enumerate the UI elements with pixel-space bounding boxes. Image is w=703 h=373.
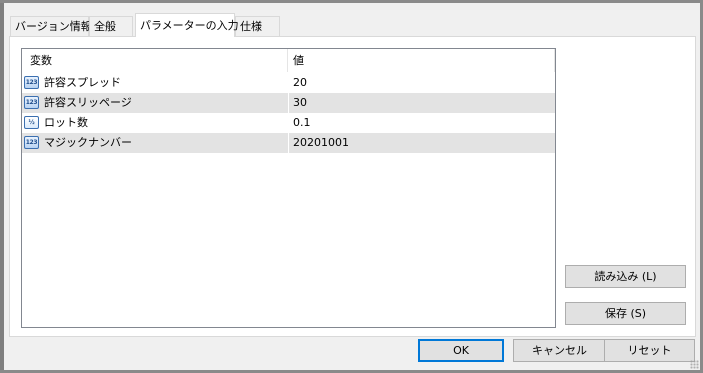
table-row[interactable]: 123 許容スリッページ 30 (22, 93, 555, 113)
ok-button[interactable]: OK (418, 339, 504, 362)
tab-specification[interactable]: 仕様 (235, 16, 280, 36)
load-button[interactable]: 読み込み (L) (565, 265, 686, 288)
column-header-variable[interactable]: 変数 (22, 49, 288, 72)
parameter-value[interactable]: 20201001 (293, 133, 551, 153)
parameter-value[interactable]: 20 (293, 73, 551, 93)
parameter-value[interactable]: 0.1 (293, 113, 551, 133)
parameter-name: ロット数 (44, 116, 88, 129)
parameter-value[interactable]: 30 (293, 93, 551, 113)
reset-button[interactable]: リセット (604, 339, 695, 362)
table-row[interactable]: ½ ロット数 0.1 (22, 113, 555, 133)
fraction-type-icon: ½ (24, 116, 39, 129)
column-divider (288, 93, 289, 113)
table-row[interactable]: 123 マジックナンバー 20201001 (22, 133, 555, 153)
cancel-button[interactable]: キャンセル (513, 339, 606, 362)
parameters-grid[interactable]: 変数 値 123 許容スプレッド 20 123 許容スリッページ 30 ½ ロッ… (21, 48, 556, 328)
column-divider (288, 133, 289, 153)
parameters-panel: 変数 値 123 許容スプレッド 20 123 許容スリッページ 30 ½ ロッ… (9, 36, 696, 337)
column-divider (288, 113, 289, 133)
tab-general[interactable]: 全般 (89, 16, 133, 36)
resize-grip-icon[interactable] (690, 360, 699, 369)
integer-type-icon: 123 (24, 76, 39, 89)
tab-parameters[interactable]: パラメーターの入力 (135, 13, 239, 37)
parameter-name: 許容スリッページ (44, 96, 132, 109)
window-frame-top (0, 0, 703, 3)
tab-version-info[interactable]: バージョン情報 (10, 16, 92, 36)
save-button[interactable]: 保存 (S) (565, 302, 686, 325)
column-divider (288, 73, 289, 93)
integer-type-icon: 123 (24, 136, 39, 149)
parameter-name: 許容スプレッド (44, 76, 121, 89)
grid-header: 変数 値 (22, 49, 555, 72)
parameter-name: マジックナンバー (44, 136, 132, 149)
table-row[interactable]: 123 許容スプレッド 20 (22, 73, 555, 93)
column-header-value[interactable]: 値 (288, 49, 555, 72)
integer-type-icon: 123 (24, 96, 39, 109)
window-frame-left (0, 0, 4, 373)
